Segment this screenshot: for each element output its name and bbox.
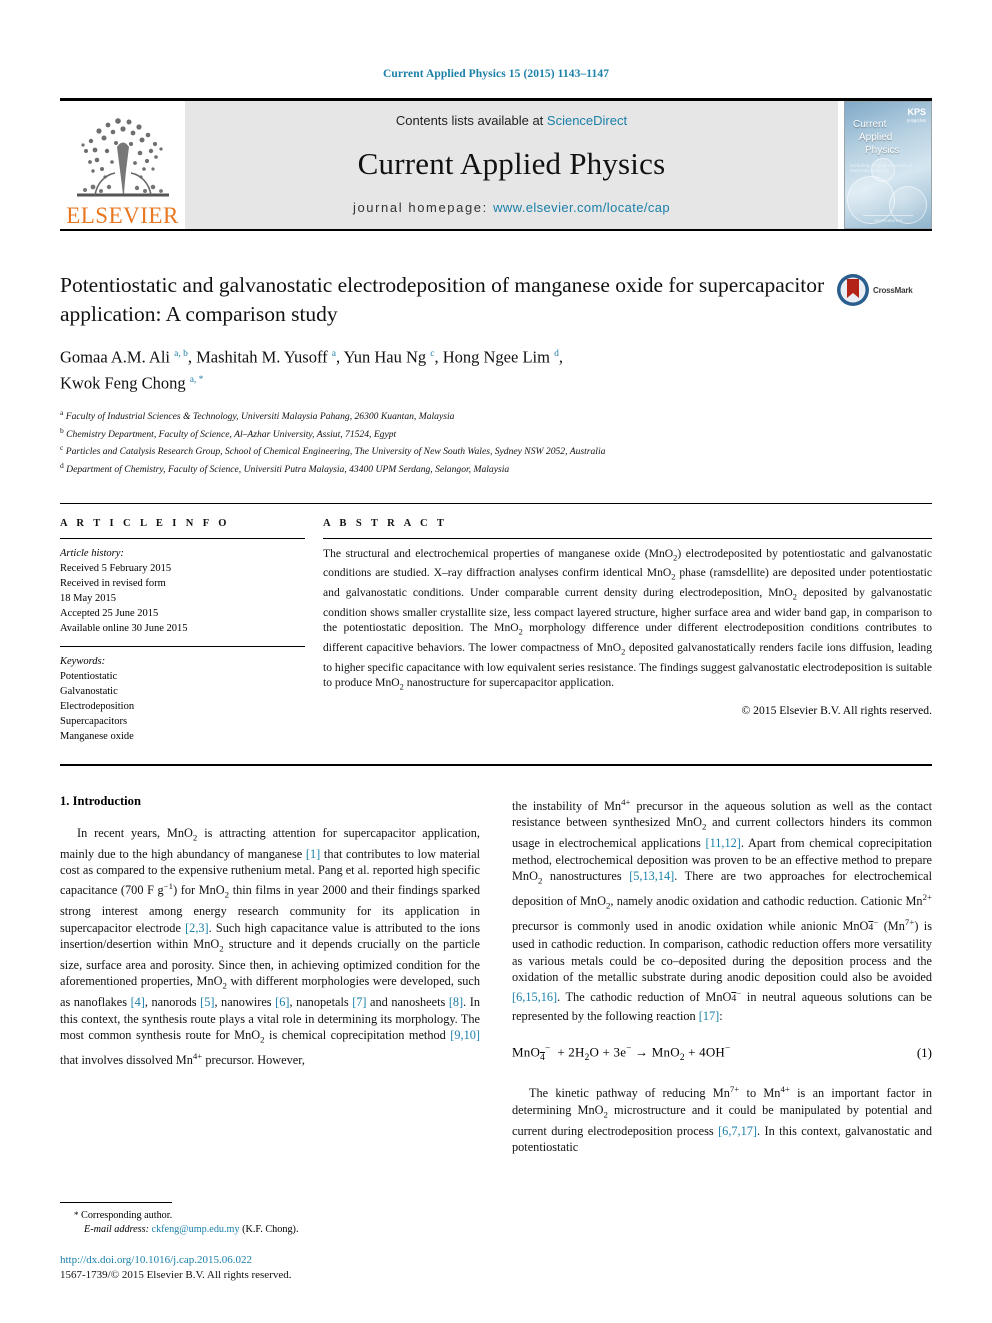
history-item-0: Received 5 February 2015 (60, 562, 172, 574)
intro-paragraph-right-1: the instability of Mn4+ precursor in the… (512, 796, 932, 1023)
corresponding-text: Corresponding author. (81, 1210, 173, 1221)
journal-homepage-line: journal homepage: www.elsevier.com/locat… (353, 200, 670, 215)
sciencedirect-link[interactable]: ScienceDirect (547, 113, 627, 128)
article-info-rule (60, 537, 305, 539)
citation-4[interactable]: [4] (131, 995, 145, 1009)
body-top-rule (60, 763, 932, 766)
cover-badge: KPS 한국물리학회 (906, 107, 926, 124)
history-item-2: 18 May 2015 (60, 592, 116, 604)
keyword-1: Galvanostatic (60, 685, 118, 697)
keywords-block: Keywords: Potentiostatic Galvanostatic E… (60, 645, 305, 744)
cover-subtitle: Including Critical Reviews of Materials … (850, 163, 913, 173)
journal-title: Current Applied Physics (357, 146, 666, 181)
citation-6-7-17[interactable]: [6,7,17] (718, 1124, 757, 1138)
keyword-3: Supercapacitors (60, 715, 128, 727)
author-line-1: Gomaa A.M. Ali a, b, Mashitah M. Yusoff … (60, 347, 563, 367)
abstract-column: A B S T R A C T The structural and elect… (323, 518, 932, 744)
masthead-bottom-rule (60, 229, 932, 231)
equation-1: MnO4− + 2H2O + 3e− → MnO2 + 4OH− (1) (512, 1044, 932, 1063)
cover-title: Current Applied Physics (853, 118, 899, 157)
affiliation-a: a Faculty of Industrial Sciences & Techn… (60, 408, 455, 423)
keyword-4: Manganese oxide (60, 730, 134, 742)
author-list: Gomaa A.M. Ali a, b, Mashitah M. Yusoff … (60, 343, 827, 394)
equation-1-body: MnO4− + 2H2O + 3e− → MnO2 + 4OH− (512, 1044, 731, 1064)
article-history-label: Article history: (60, 547, 124, 559)
body-column-right: the instability of Mn4+ precursor in the… (512, 794, 932, 1156)
author-line-2: Kwok Feng Chong a, * (60, 373, 204, 392)
keyword-0: Potentiostatic (60, 670, 118, 682)
keywords-label: Keywords: (60, 655, 106, 667)
affiliation-d: d Department of Chemistry, Faculty of Sc… (60, 461, 510, 476)
crossmark-icon (837, 274, 869, 306)
equation-1-number: (1) (916, 1044, 932, 1060)
elsevier-tree-icon (76, 118, 169, 197)
cover-title-line3: Physics (865, 145, 900, 156)
history-item-4: Available online 30 June 2015 (60, 622, 188, 634)
keywords-top-rule (60, 645, 305, 647)
page-title: Potentiostatic and galvanostatic electro… (60, 273, 825, 326)
cover-footer: ScienceDirect (863, 215, 913, 223)
corresponding-marker: * (74, 1210, 79, 1220)
cover-title-line1: Current (853, 119, 887, 130)
citation-8[interactable]: [8] (449, 995, 463, 1009)
section-heading-introduction: 1. Introduction (60, 793, 141, 808)
citation-17[interactable]: [17] (699, 1009, 720, 1023)
title-block: CrossMark Potentiostatic and galvanostat… (60, 271, 932, 477)
crossmark-label: CrossMark (873, 285, 913, 295)
email-label: E-mail address: (84, 1224, 149, 1235)
running-head: Current Applied Physics 15 (2015) 1143–1… (382, 68, 610, 80)
abstract-copyright: © 2015 Elsevier B.V. All rights reserved… (741, 703, 932, 717)
journal-cover-thumbnail: KPS 한국물리학회 Current Applied Physics Inclu… (844, 101, 932, 229)
article-page: Current Applied Physics 15 (2015) 1143–1… (0, 0, 992, 1323)
doi-link[interactable]: http://dx.doi.org/10.1016/j.cap.2015.06.… (60, 1253, 480, 1268)
info-abstract-section: A R T I C L E I N F O Article history: R… (60, 502, 932, 744)
issn-copyright-line: 1567-1739/© 2015 Elsevier B.V. All right… (60, 1269, 292, 1281)
crossmark-badge[interactable]: CrossMark (836, 273, 932, 307)
email-link[interactable]: ckfeng@ump.edu.my (152, 1224, 240, 1235)
citation-2-3[interactable]: [2,3] (185, 921, 209, 935)
homepage-url-link[interactable]: www.elsevier.com/locate/cap (493, 200, 670, 215)
footnote-block: * Corresponding author. E-mail address: … (60, 1202, 480, 1283)
abstract-rule (323, 537, 932, 539)
citation-6-15-16[interactable]: [6,15,16] (512, 991, 557, 1005)
citation-6[interactable]: [6] (275, 995, 289, 1009)
contents-prefix: Contents lists available at (395, 113, 547, 128)
affiliation-list: a Faculty of Industrial Sciences & Techn… (60, 406, 827, 477)
history-item-1: Received in revised form (60, 577, 166, 589)
masthead-center: Contents lists available at ScienceDirec… (185, 101, 838, 229)
intro-paragraph-left: In recent years, MnO2 is attracting atte… (60, 825, 481, 1068)
keyword-2: Electrodeposition (60, 700, 135, 712)
affiliation-b: b Chemistry Department, Faculty of Scien… (60, 425, 397, 440)
contents-available-line: Contents lists available at ScienceDirec… (396, 113, 627, 128)
footnote-rule (60, 1202, 172, 1203)
citation-5[interactable]: [5] (200, 995, 214, 1009)
article-info-heading: A R T I C L E I N F O (60, 517, 230, 529)
cover-title-line2: Applied (859, 132, 893, 143)
article-info-column: A R T I C L E I N F O Article history: R… (60, 518, 305, 744)
citation-1[interactable]: [1] (306, 847, 320, 861)
elsevier-logo: ELSEVIER (60, 101, 185, 229)
elsevier-wordmark: ELSEVIER (66, 203, 179, 228)
abstract-text: The structural and electrochemical prope… (323, 546, 933, 692)
citation-9-10[interactable]: [9,10] (450, 1028, 480, 1042)
body-column-left: 1. Introduction In recent years, MnO2 is… (60, 794, 480, 1156)
citation-7[interactable]: [7] (352, 995, 366, 1009)
citation-5-13-14[interactable]: [5,13,14] (629, 869, 674, 883)
email-owner: (K.F. Chong). (242, 1224, 299, 1235)
body-two-column: 1. Introduction In recent years, MnO2 is… (60, 794, 932, 1156)
email-note: E-mail address: ckfeng@ump.edu.my (K.F. … (60, 1223, 480, 1237)
journal-masthead: ELSEVIER Contents lists available at Sci… (60, 98, 932, 229)
affiliation-c: c Particles and Catalysis Research Group… (60, 443, 606, 458)
citation-11-12[interactable]: [11,12] (705, 836, 740, 850)
intro-paragraph-right-2: The kinetic pathway of reducing Mn7+ to … (512, 1084, 932, 1155)
history-item-3: Accepted 25 June 2015 (60, 607, 159, 619)
abstract-heading: A B S T R A C T (323, 517, 448, 529)
corresponding-author-note: * Corresponding author. (60, 1208, 480, 1223)
homepage-label: journal homepage: (352, 200, 488, 215)
